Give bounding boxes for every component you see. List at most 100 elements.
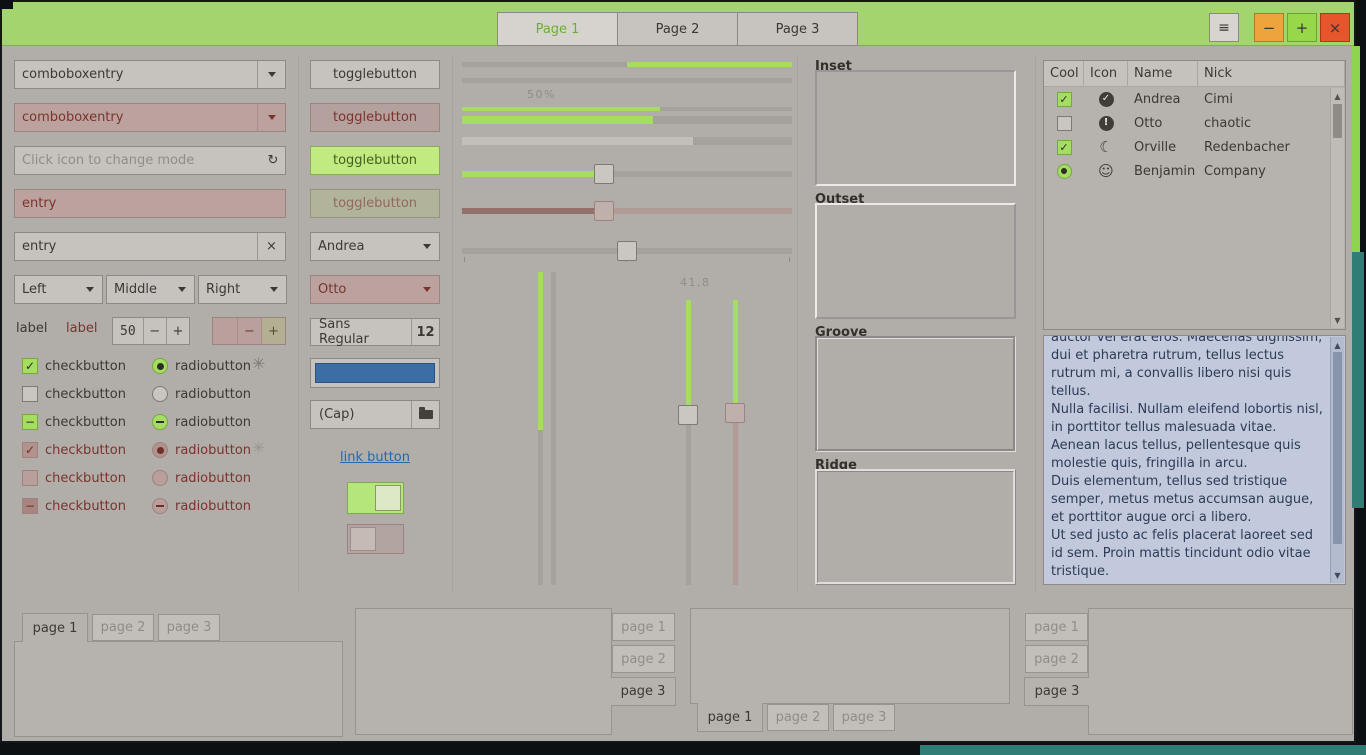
nb-tab[interactable]: page 2: [767, 704, 829, 731]
font-button[interactable]: Sans Regular 12: [310, 318, 440, 346]
scrollbar-thumb[interactable]: [1333, 104, 1342, 138]
hscale-fill: [462, 208, 600, 214]
hscale-handle[interactable]: [594, 164, 614, 184]
row-radiobutton[interactable]: [1057, 164, 1072, 179]
vscale-track-insensitive: [733, 300, 738, 585]
cell-nick: Cimi: [1198, 92, 1331, 107]
notebook-page: [355, 608, 612, 735]
vscale-track[interactable]: [551, 272, 556, 585]
hscale-handle-insensitive: [594, 201, 614, 221]
column-header-nick[interactable]: Nick: [1198, 61, 1345, 87]
textview[interactable]: auctor vel erat eros. Maecenas dignissim…: [1043, 335, 1346, 585]
comboboxentry-insensitive: comboboxentry: [14, 103, 286, 132]
row-checkbox[interactable]: [1057, 116, 1072, 131]
radiobutton-unselected-insensitive: [152, 470, 168, 486]
scrollbar[interactable]: ▲ ▼: [1330, 88, 1344, 328]
scroll-down-icon[interactable]: ▼: [1331, 314, 1344, 326]
nb-tab-active[interactable]: page 1: [22, 613, 88, 642]
paragraph: auctor vel erat eros. Maecenas dignissim…: [1051, 335, 1323, 347]
nb-tab[interactable]: page 2: [92, 614, 154, 641]
icon-mode-entry[interactable]: Click icon to change mode ↻: [14, 146, 286, 175]
file-icon-cell: [411, 401, 439, 428]
checkbox-checked[interactable]: ✓: [22, 358, 38, 374]
nb-tab[interactable]: page 1: [612, 613, 675, 641]
file-chooser-button[interactable]: (Cap): [310, 400, 440, 429]
table-row[interactable]: ✓ ✓ Andrea Cimi: [1044, 87, 1331, 111]
comboboxentry-dropdown-button[interactable]: [257, 61, 285, 88]
radio-dot-icon: [157, 447, 164, 454]
separator: [298, 56, 299, 592]
scroll-up-icon[interactable]: ▲: [1331, 339, 1344, 351]
nb-tab[interactable]: page 2: [1025, 645, 1088, 673]
spinbutton-value[interactable]: 50: [113, 318, 143, 344]
nb-tab[interactable]: page 1: [1025, 613, 1088, 641]
spin-plus-button[interactable]: +: [166, 318, 189, 344]
scrollbar[interactable]: ▲ ▼: [1330, 337, 1344, 583]
togglebutton[interactable]: togglebutton: [310, 60, 440, 89]
table-row[interactable]: ! Otto chaotic: [1044, 111, 1331, 135]
table-row[interactable]: ✓ ☾ Orville Redenbacher: [1044, 135, 1331, 159]
spin-minus-button[interactable]: −: [143, 318, 166, 344]
minimize-button[interactable]: −: [1254, 13, 1284, 42]
close-button[interactable]: ×: [1320, 13, 1350, 42]
spinner-icon: ✳: [252, 438, 265, 457]
select-right[interactable]: Right: [198, 275, 287, 304]
radiobutton-unselected[interactable]: [152, 386, 168, 402]
menu-button[interactable]: ≡: [1209, 13, 1239, 42]
nb-tab[interactable]: page 2: [612, 645, 675, 673]
checkbutton-label: checkbutton: [45, 443, 126, 458]
row-checkbox[interactable]: ✓: [1057, 92, 1072, 107]
nb-tab[interactable]: page 3: [158, 614, 220, 641]
column-header-icon[interactable]: Icon: [1084, 61, 1128, 87]
chevron-down-icon: [423, 244, 431, 249]
refresh-icon-button[interactable]: ↻: [261, 147, 285, 174]
nb-tab-active[interactable]: page 3: [611, 677, 676, 706]
table-row[interactable]: ☺ Benjamin Company: [1044, 159, 1331, 183]
select-middle[interactable]: Middle: [106, 275, 195, 304]
checkbox-mixed[interactable]: −: [22, 414, 38, 430]
vscale-handle[interactable]: [678, 405, 698, 425]
color-button[interactable]: [310, 358, 440, 388]
spinbutton[interactable]: 50 − +: [112, 317, 190, 345]
tab-page-1[interactable]: Page 1: [497, 12, 618, 46]
refresh-icon: ↻: [268, 153, 279, 168]
radiobutton-selected[interactable]: [152, 358, 168, 374]
radiobutton-selected-insensitive: [152, 442, 168, 458]
column-header-name[interactable]: Name: [1128, 61, 1198, 87]
window-controls: ≡ − + ×: [1209, 13, 1350, 42]
togglebutton-active[interactable]: togglebutton: [310, 146, 440, 175]
column-header-cool[interactable]: Cool: [1044, 61, 1084, 87]
entry-clearable[interactable]: entry ×: [14, 232, 286, 261]
tab-page-3[interactable]: Page 3: [737, 12, 858, 46]
nb-tab[interactable]: page 3: [833, 704, 895, 731]
maximize-button[interactable]: +: [1287, 13, 1317, 42]
comboboxentry-dropdown-button: [257, 104, 285, 131]
togglebutton-active-insensitive: togglebutton: [310, 189, 440, 218]
notebook-page: [690, 608, 1010, 704]
hscale-handle[interactable]: [617, 241, 637, 261]
notebook-page: [14, 641, 343, 737]
link-button[interactable]: link button: [310, 450, 440, 465]
select-left[interactable]: Left: [14, 275, 103, 304]
clear-entry-button[interactable]: ×: [257, 233, 285, 260]
scroll-down-icon[interactable]: ▼: [1331, 569, 1344, 581]
vscale-track[interactable]: [538, 272, 543, 585]
comboboxentry[interactable]: comboboxentry: [14, 60, 286, 89]
progressbar-fill: [462, 116, 653, 124]
switch-handle[interactable]: [375, 485, 401, 511]
scrollbar-thumb[interactable]: [1333, 352, 1342, 544]
name-combobox[interactable]: Andrea: [310, 232, 440, 261]
desktop-artifact: [1352, 46, 1360, 252]
scroll-up-icon[interactable]: ▲: [1331, 90, 1344, 102]
switch-off-insensitive: [347, 524, 404, 554]
checkbox-unchecked[interactable]: [22, 386, 38, 402]
row-checkbox[interactable]: ✓: [1057, 140, 1072, 155]
vscale-track[interactable]: [686, 300, 691, 585]
tab-page-2[interactable]: Page 2: [617, 12, 738, 46]
radiobutton-mixed[interactable]: [152, 414, 168, 430]
nb-tab-active[interactable]: page 3: [1024, 677, 1089, 706]
switch-on[interactable]: [347, 482, 404, 514]
hscale-track[interactable]: [462, 171, 792, 177]
nb-tab-active[interactable]: page 1: [697, 703, 763, 732]
chevron-down-icon: [268, 72, 276, 77]
